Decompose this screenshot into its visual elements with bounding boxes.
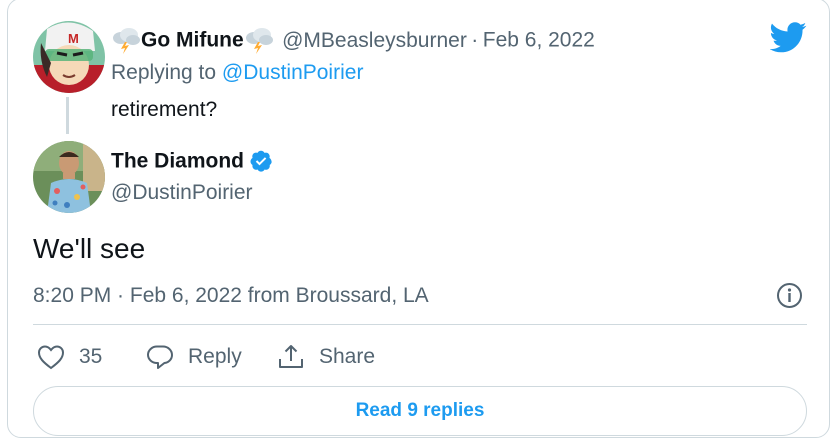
replying-to-line: Replying to @DustinPoirier: [111, 61, 363, 85]
cloud-lightning-icon: [111, 26, 141, 59]
main-avatar[interactable]: [33, 141, 105, 213]
action-divider: [33, 324, 807, 325]
thread-connector-line: [66, 97, 69, 134]
main-header: The Diamond: [111, 149, 273, 178]
svg-text:M: M: [68, 31, 79, 46]
like-button[interactable]: 35: [37, 340, 102, 374]
share-label: Share: [319, 345, 376, 368]
separator-dot: ·: [471, 28, 479, 52]
share-button[interactable]: Share: [277, 340, 375, 374]
read-replies-button[interactable]: Read 9 replies: [33, 386, 807, 436]
cloud-lightning-icon: [244, 26, 274, 59]
parent-date[interactable]: Feb 6, 2022: [483, 29, 595, 52]
main-display-name[interactable]: The Diamond: [111, 150, 244, 173]
parent-tweet-text: retirement?: [111, 98, 218, 121]
tweet-timestamp[interactable]: 8:20 PM · Feb 6, 2022 from Broussard, LA: [33, 284, 429, 308]
parent-header: Go Mifune @MBeasleysburner · Feb 6, 2022: [111, 26, 595, 59]
parent-display-name[interactable]: Go Mifune: [141, 29, 244, 52]
replying-prefix: Replying to: [111, 61, 217, 84]
reply-bubble-icon: [147, 345, 173, 369]
twitter-bird-icon[interactable]: [770, 22, 807, 53]
verified-badge-icon: [249, 149, 273, 178]
info-icon[interactable]: [776, 282, 803, 309]
reply-label: Reply: [188, 345, 242, 368]
heart-icon: [37, 345, 65, 370]
like-count: 35: [79, 345, 103, 368]
parent-handle[interactable]: @MBeasleysburner: [282, 29, 467, 52]
share-icon: [279, 345, 303, 368]
main-handle[interactable]: @DustinPoirier: [111, 181, 253, 205]
parent-avatar[interactable]: M: [33, 21, 105, 93]
main-tweet-text: We'll see: [33, 233, 146, 264]
reply-button[interactable]: Reply: [146, 340, 242, 374]
replying-to-link[interactable]: @DustinPoirier: [222, 61, 364, 84]
